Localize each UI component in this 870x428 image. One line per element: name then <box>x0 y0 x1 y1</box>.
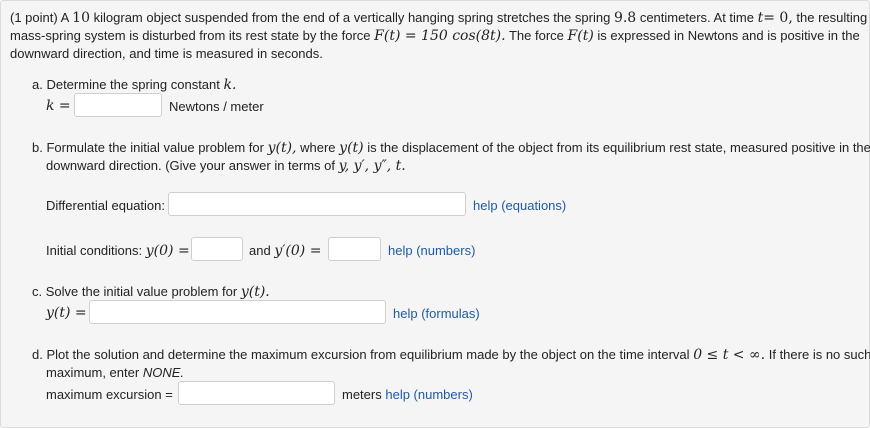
intro-line-2: mass-spring system is disturbed from its… <box>10 28 860 44</box>
time-eq: = 0, <box>763 10 793 26</box>
none-word: NONE. <box>142 365 184 380</box>
part-a-prompt: a. Determine the spring constant k. <box>32 77 236 93</box>
ic-and: and <box>249 243 271 258</box>
part-d-prompt-text: d. Plot the solution and determine the m… <box>32 347 690 362</box>
help-equations-link[interactable]: help (equations) <box>473 198 566 213</box>
y-of-t: y(t), <box>267 140 297 156</box>
intro-line-3: downward direction, and time is measured… <box>10 46 323 61</box>
max-excursion-input[interactable] <box>178 381 335 405</box>
part-b-prompt2-prefix: downward direction. (Give your answer in… <box>46 158 336 173</box>
yp0-label: y′(0) = <box>274 243 322 259</box>
intro-mass-text: kilogram object suspended from the end o… <box>93 10 611 25</box>
help-numbers-link-b[interactable]: help (numbers) <box>388 243 475 258</box>
help-numbers-link-d[interactable]: help (numbers) <box>385 387 472 402</box>
k-units: Newtons / meter <box>169 99 264 114</box>
intro-line2-prefix: mass-spring system is disturbed from its… <box>10 28 371 43</box>
intro-time-tail: the resulting <box>796 10 868 25</box>
intro-line2-tail: is expressed in Newtons and is positive … <box>597 28 860 43</box>
yt-input[interactable] <box>89 300 386 324</box>
part-b-prefix: b. Formulate the initial value problem f… <box>32 140 264 155</box>
max-excursion-label: maximum excursion = <box>46 387 173 402</box>
part-b-tail: is the displacement of the object from i… <box>367 140 870 155</box>
intro-line-1: (1 point) A 10 kilogram object suspended… <box>10 10 867 26</box>
force-var: F(t) <box>567 28 594 44</box>
intro-stretch-text: centimeters. At time <box>639 10 754 25</box>
part-c-y-of-t: y(t). <box>240 284 270 300</box>
ic-label-group: Initial conditions: y(0) = <box>46 243 190 259</box>
yp0-input[interactable] <box>328 237 381 261</box>
part-d-prompt-line-2: maximum, enter NONE. <box>46 365 184 380</box>
part-c-prompt: c. Solve the initial value problem for y… <box>32 284 270 300</box>
problem-panel: (1 point) A 10 kilogram object suspended… <box>0 0 870 428</box>
force-expression: F(t) = 150 cos(8t). <box>374 28 506 44</box>
part-b-mid: where <box>300 140 336 155</box>
part-b-prompt-line-1: b. Formulate the initial value problem f… <box>32 140 870 156</box>
part-d-prompt-tail: If there is no such <box>768 347 870 362</box>
y0-label: y(0) = <box>145 243 190 259</box>
y0-input[interactable] <box>191 237 243 261</box>
k-label: k = <box>46 98 71 114</box>
intro-prefix: (1 point) A <box>10 10 69 25</box>
stretch-value: 9.8 <box>613 10 637 26</box>
k-input[interactable] <box>74 93 162 117</box>
k-var: k. <box>223 77 237 93</box>
part-d-prompt-line-1: d. Plot the solution and determine the m… <box>32 347 870 363</box>
part-a-prompt-text: a. Determine the spring constant <box>32 77 220 92</box>
part-c-prompt-text: c. Solve the initial value problem for <box>32 284 238 299</box>
ic-and-group: and y′(0) = <box>249 243 321 259</box>
de-label: Differential equation: <box>46 198 166 213</box>
differential-equation-input[interactable] <box>168 192 466 216</box>
part-d-prompt2-prefix: maximum, enter <box>46 365 140 380</box>
time-interval: 0 ≤ t < ∞. <box>693 347 766 363</box>
part-b-vars: y, y′, y″, t. <box>338 158 406 174</box>
max-excursion-units-group: meters help (numbers) <box>342 387 473 402</box>
help-formulas-link[interactable]: help (formulas) <box>393 306 480 321</box>
yt-label: y(t) = <box>46 305 87 321</box>
ic-label: Initial conditions: <box>46 243 143 258</box>
max-excursion-units: meters <box>342 387 382 402</box>
mass-value: 10 <box>72 10 90 26</box>
y-of-t-2: y(t) <box>339 140 364 156</box>
intro-line2-mid: The force <box>508 28 564 43</box>
part-b-prompt-line-2: downward direction. (Give your answer in… <box>46 158 406 174</box>
